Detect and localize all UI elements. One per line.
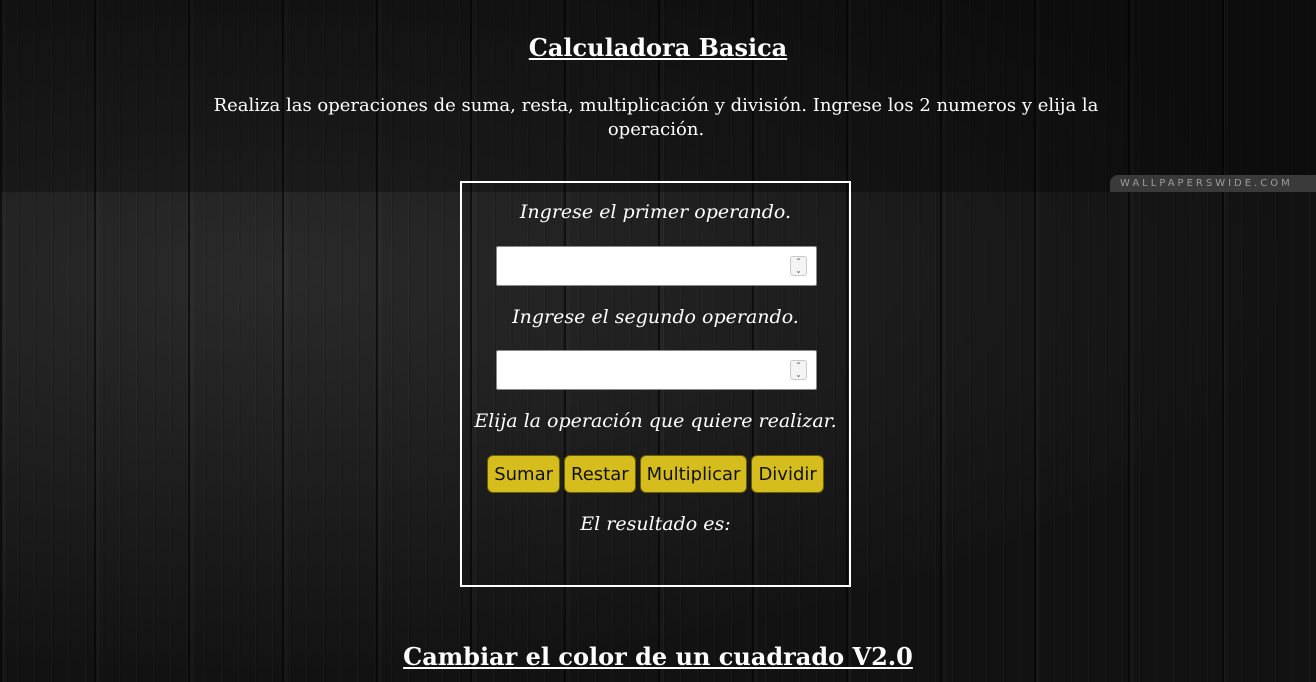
subtract-button[interactable]: Restar xyxy=(564,455,636,493)
spinner-up-icon[interactable]: ⌃ xyxy=(791,257,806,266)
calculator-panel: Ingrese el primer operando. ⌃ ⌄ Ingrese … xyxy=(460,181,851,587)
first-operand-input[interactable] xyxy=(496,246,817,286)
second-operand-label: Ingrese el segundo operando. xyxy=(512,306,799,328)
page-description: Realiza las operaciones de suma, resta, … xyxy=(213,95,1099,140)
divide-button[interactable]: Dividir xyxy=(751,455,824,493)
spinner-up-icon[interactable]: ⌃ xyxy=(791,361,806,370)
page-title: Calculadora Basica xyxy=(528,33,788,62)
operation-buttons: Sumar Restar Multiplicar Dividir xyxy=(462,455,849,493)
spinner-down-icon[interactable]: ⌄ xyxy=(791,370,806,379)
result-label: El resultado es: xyxy=(580,513,731,535)
sum-button[interactable]: Sumar xyxy=(487,455,561,493)
spinner-down-icon[interactable]: ⌄ xyxy=(791,266,806,275)
first-operand-spinner[interactable]: ⌃ ⌄ xyxy=(790,256,807,276)
second-operand-input[interactable] xyxy=(496,350,817,390)
operation-label: Elija la operación que quiere realizar. xyxy=(474,410,837,432)
section-title-color-square: Cambiar el color de un cuadrado V2.0 xyxy=(403,642,913,671)
second-operand-spinner[interactable]: ⌃ ⌄ xyxy=(790,360,807,380)
wallpaper-watermark: WALLPAPERSWIDE.COM xyxy=(1110,175,1316,192)
first-operand-label: Ingrese el primer operando. xyxy=(519,201,792,223)
multiply-button[interactable]: Multiplicar xyxy=(639,455,748,493)
